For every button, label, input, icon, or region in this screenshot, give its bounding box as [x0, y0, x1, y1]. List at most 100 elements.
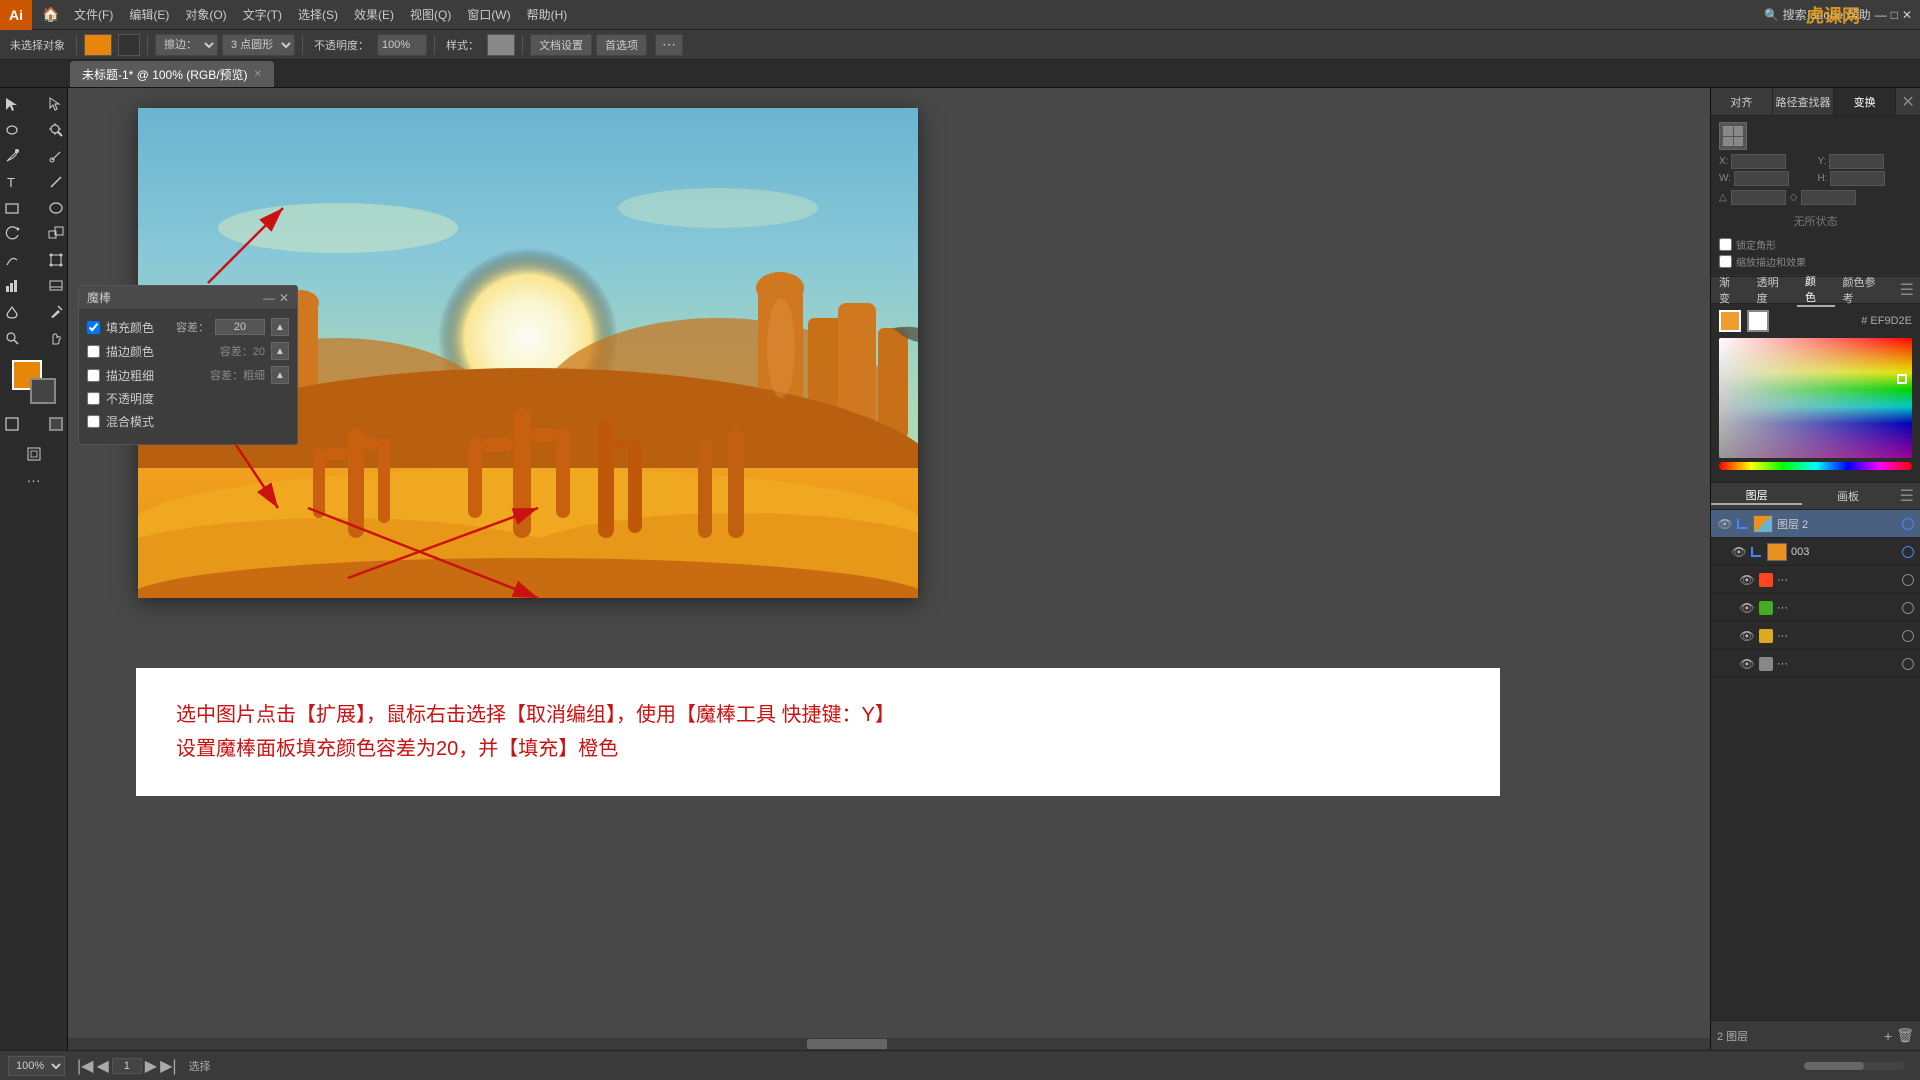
layer-item-green[interactable]: 👁 ···: [1711, 594, 1920, 622]
delete-layer-btn[interactable]: 🗑: [1896, 1027, 1914, 1044]
tab-color-ref[interactable]: 颜色参考: [1835, 274, 1894, 306]
layer-item-2[interactable]: 👁 图层 2: [1711, 510, 1920, 538]
menu-help[interactable]: 帮助(H): [519, 0, 576, 29]
selection-tool[interactable]: [0, 92, 33, 116]
scale-stroke-checkbox[interactable]: [1719, 255, 1732, 268]
lasso-tool[interactable]: [0, 118, 33, 142]
magic-panel-close[interactable]: ✕: [279, 291, 289, 305]
menu-edit[interactable]: 编辑(E): [121, 0, 177, 29]
fill-tolerance-up[interactable]: ▲: [271, 318, 289, 336]
fill-color-checkbox[interactable]: [87, 321, 100, 334]
tab-pathfinder[interactable]: 路径查找器: [1773, 88, 1835, 115]
fill-swatch[interactable]: [1719, 310, 1741, 332]
stroke-width-checkbox[interactable]: [87, 369, 100, 382]
tab-align[interactable]: 对齐: [1711, 88, 1773, 115]
artboard-tool[interactable]: [13, 442, 55, 466]
color-spectrum[interactable]: [1719, 338, 1912, 458]
layer-yellow-visibility[interactable]: 👁: [1739, 628, 1755, 644]
page-input[interactable]: [112, 1058, 142, 1074]
menu-effect[interactable]: 效果(E): [346, 0, 402, 29]
tab-gradient[interactable]: 渐变: [1711, 274, 1749, 306]
tab-layers[interactable]: 图层: [1711, 487, 1802, 505]
style-swatch[interactable]: [487, 34, 515, 56]
rotate-tool[interactable]: [0, 222, 33, 246]
layers-panel-menu[interactable]: ☰: [1894, 486, 1920, 506]
color-selector[interactable]: [12, 360, 56, 404]
y-input[interactable]: [1829, 154, 1884, 169]
transform-grid-icon[interactable]: [1719, 122, 1747, 150]
menu-window[interactable]: 窗口(W): [459, 0, 518, 29]
tab-transparency[interactable]: 透明度: [1749, 274, 1797, 306]
screen-mode-normal[interactable]: [0, 412, 33, 436]
type-tool[interactable]: T: [0, 170, 33, 194]
brush-type-select[interactable]: 3 点圆形: [222, 34, 295, 56]
layer-item-yellow[interactable]: 👁 ···: [1711, 622, 1920, 650]
blend-mode-select[interactable]: 擦边：: [155, 34, 218, 56]
toolbar-extra[interactable]: ⋯: [655, 34, 683, 56]
menu-file[interactable]: 文件(F): [66, 0, 121, 29]
page-prev-prev[interactable]: |◀: [77, 1056, 93, 1076]
menu-select[interactable]: 选择(S): [290, 0, 346, 29]
zoom-tool[interactable]: [0, 326, 33, 350]
doc-settings-btn[interactable]: 文档设置: [530, 34, 592, 56]
tab-transform[interactable]: 变换: [1834, 88, 1896, 115]
close-right-panel[interactable]: ✕: [1896, 88, 1920, 115]
stroke-width-arrow[interactable]: ▲: [271, 366, 289, 384]
horizontal-scrollbar[interactable]: [68, 1038, 1710, 1050]
menu-text[interactable]: 文字(T): [235, 0, 290, 29]
constrain-proportions-checkbox[interactable]: [1719, 238, 1732, 251]
tab-color[interactable]: 颜色: [1797, 273, 1835, 307]
page-prev[interactable]: ◀: [96, 1056, 108, 1076]
menu-view[interactable]: 视图(Q): [402, 0, 459, 29]
minimize-btn[interactable]: —: [1875, 8, 1887, 22]
background-color[interactable]: [30, 378, 56, 404]
hue-slider[interactable]: [1719, 462, 1912, 470]
stroke-swatch[interactable]: [1747, 310, 1769, 332]
layer-green-visibility[interactable]: 👁: [1739, 600, 1755, 616]
scrollbar-thumb[interactable]: [807, 1039, 887, 1049]
menu-object[interactable]: 对象(O): [177, 0, 234, 29]
maximize-btn[interactable]: □: [1891, 8, 1898, 22]
more-tools[interactable]: ···: [13, 468, 55, 492]
graph-tool[interactable]: [0, 274, 33, 298]
blend-mode-checkbox[interactable]: [87, 415, 100, 428]
warp-tool[interactable]: [0, 248, 33, 272]
page-next-next[interactable]: ▶|: [160, 1056, 176, 1076]
home-icon[interactable]: 🏠: [36, 0, 66, 30]
opacity-input[interactable]: [377, 34, 427, 56]
layer-item-red[interactable]: 👁 ···: [1711, 566, 1920, 594]
layer-item-003[interactable]: 👁 003: [1711, 538, 1920, 566]
tab-close-btn[interactable]: ✕: [254, 69, 262, 80]
preferences-btn[interactable]: 首选项: [596, 34, 647, 56]
magic-panel-title-bar[interactable]: 魔棒 — ✕: [79, 286, 297, 310]
layer-gray-visibility[interactable]: 👁: [1739, 656, 1755, 672]
x-input[interactable]: [1731, 154, 1786, 169]
stroke-color-checkbox[interactable]: [87, 345, 100, 358]
shear-input[interactable]: [1801, 190, 1856, 205]
fill-tolerance-input[interactable]: [215, 319, 265, 335]
h-input[interactable]: [1830, 171, 1885, 186]
layer-2-visibility[interactable]: 👁: [1717, 516, 1733, 532]
close-btn[interactable]: ✕: [1902, 8, 1912, 22]
opacity-checkbox[interactable]: [87, 392, 100, 405]
angle-input[interactable]: [1731, 190, 1786, 205]
color-panel-menu[interactable]: ☰: [1894, 280, 1920, 300]
layer-2-expand-icon[interactable]: [1737, 519, 1747, 529]
pen-tool[interactable]: [0, 144, 33, 168]
layer-003-visibility[interactable]: 👁: [1731, 544, 1747, 560]
stroke-color-swatch[interactable]: [118, 34, 140, 56]
page-next[interactable]: ▶: [145, 1056, 157, 1076]
tab-artboards[interactable]: 画板: [1802, 488, 1893, 504]
paintbucket-tool[interactable]: [0, 300, 33, 324]
document-tab[interactable]: 未标题-1* @ 100% (RGB/预览) ✕: [70, 61, 274, 87]
fill-color-swatch[interactable]: [84, 34, 112, 56]
w-input[interactable]: [1734, 171, 1789, 186]
new-layer-btn[interactable]: +: [1884, 1027, 1892, 1044]
zoom-select[interactable]: 100%: [8, 1056, 65, 1076]
color-cursor[interactable]: [1897, 374, 1907, 384]
stroke-color-arrow[interactable]: ▲: [271, 342, 289, 360]
layer-red-visibility[interactable]: 👁: [1739, 572, 1755, 588]
rectangle-tool[interactable]: [0, 196, 33, 220]
layer-item-gray[interactable]: 👁 ···: [1711, 650, 1920, 678]
layer-003-expand-icon[interactable]: [1751, 547, 1761, 557]
